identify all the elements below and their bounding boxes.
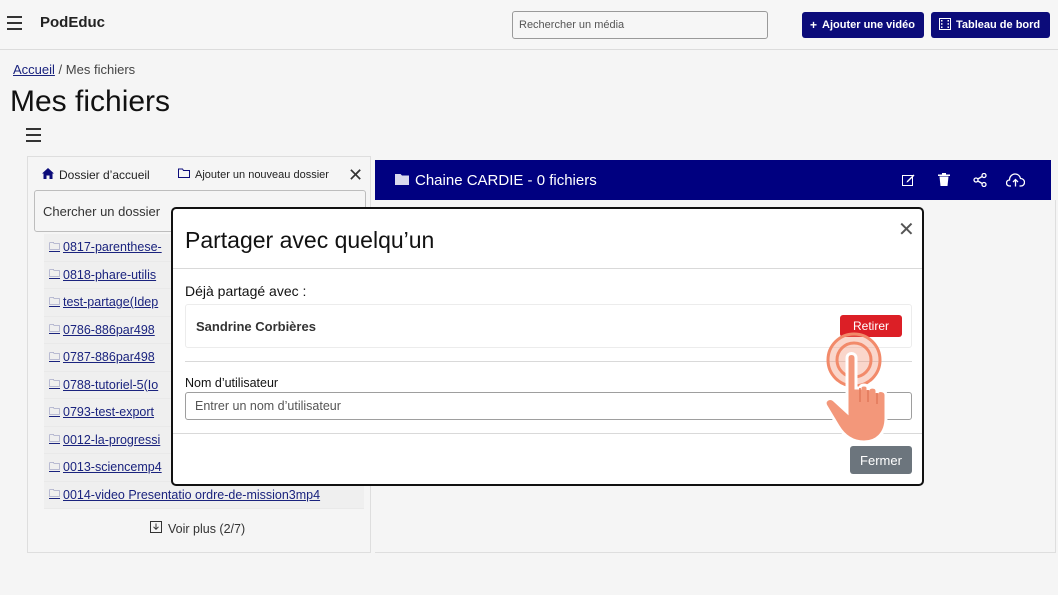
remove-share-button[interactable]: Retirer bbox=[840, 315, 902, 337]
username-input[interactable] bbox=[185, 392, 912, 420]
divider bbox=[185, 361, 912, 362]
divider bbox=[173, 268, 922, 269]
share-dialog: Partager avec quelqu’un ✕ Déjà partagé a… bbox=[171, 207, 924, 486]
username-label: Nom d’utilisateur bbox=[185, 376, 279, 390]
dialog-title: Partager avec quelqu’un bbox=[185, 227, 435, 253]
close-button[interactable]: Fermer bbox=[850, 446, 912, 474]
shared-user-name: Sandrine Corbières bbox=[196, 319, 316, 334]
close-icon[interactable]: ✕ bbox=[898, 217, 915, 242]
divider bbox=[173, 433, 922, 434]
shared-with-label: Déjà partagé avec : bbox=[185, 283, 307, 299]
shared-user-row: Sandrine Corbières Retirer bbox=[185, 304, 912, 348]
